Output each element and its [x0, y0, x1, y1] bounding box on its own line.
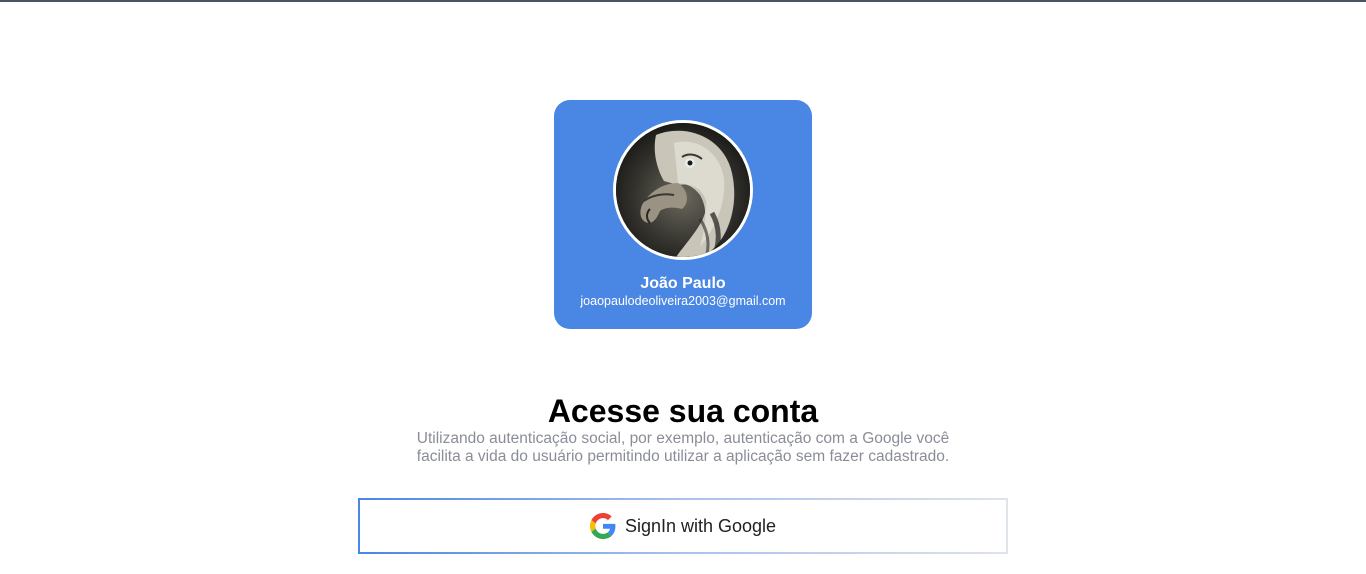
google-signin-label: SignIn with Google [624, 515, 777, 536]
google-icon [589, 513, 616, 539]
profile-card: João Paulo joaopaulodeoliveira2003@gmail… [554, 100, 812, 329]
avatar [613, 120, 753, 260]
google-signin-button[interactable]: SignIn with Google [358, 498, 1008, 554]
user-email: joaopaulodeoliveira2003@gmail.com [580, 294, 786, 308]
page-title: Acesse sua conta [547, 393, 819, 429]
user-name: João Paulo [640, 275, 726, 292]
top-border [0, 0, 1366, 2]
page-subtitle: Utilizando autenticação social, por exem… [416, 430, 950, 465]
eagle-avatar-image [616, 123, 750, 257]
